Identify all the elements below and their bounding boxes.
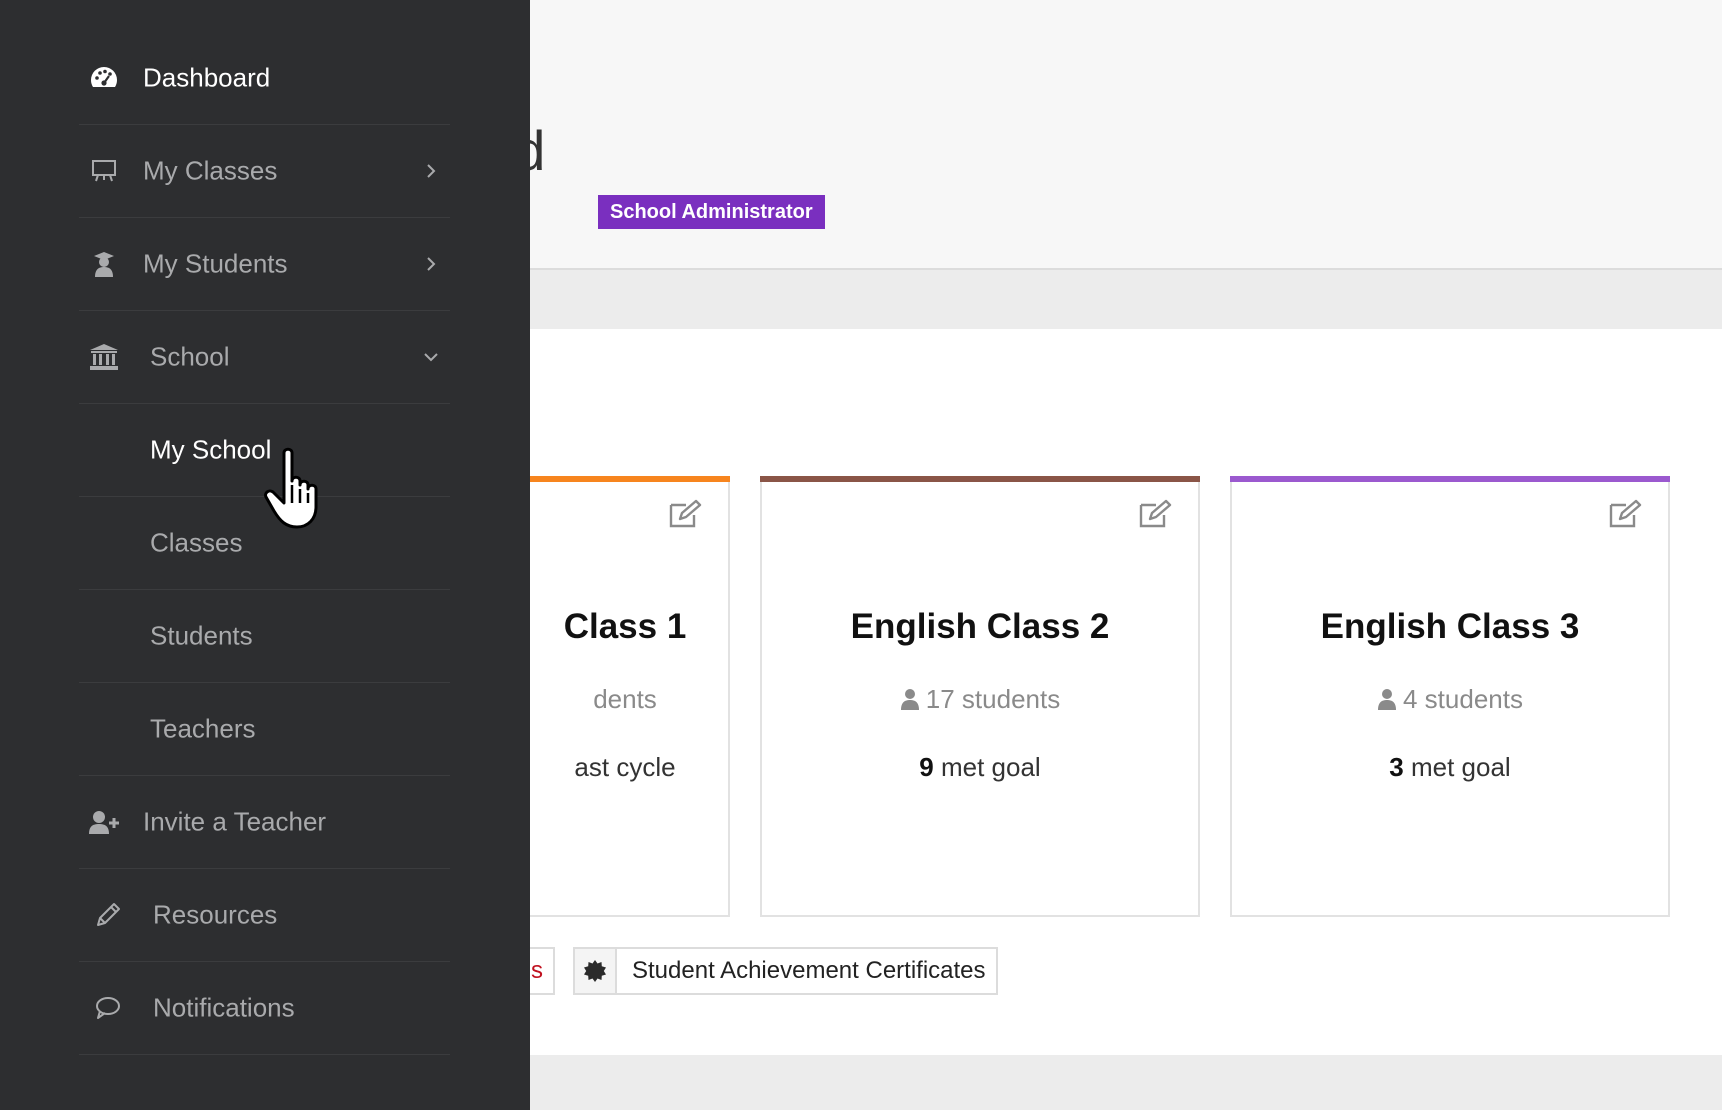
comment-icon <box>93 993 123 1023</box>
class-card[interactable]: English Class 2 17 students 9 met goal <box>760 476 1200 917</box>
student-count: 17 students <box>762 684 1198 715</box>
sidebar-item-label: Dashboard <box>143 62 271 93</box>
certificates-link[interactable]: Student Achievement Certificates <box>573 947 998 995</box>
edit-icon[interactable] <box>1138 499 1172 529</box>
hand-cursor-icon <box>264 447 318 529</box>
card-accent-bar <box>1230 476 1670 482</box>
student-icon <box>89 249 119 279</box>
user-plus-icon <box>89 807 119 837</box>
edit-icon[interactable] <box>1608 499 1642 529</box>
sidebar-item-invite-teacher[interactable]: Invite a Teacher <box>79 776 450 869</box>
sidebar-item-resources[interactable]: Resources <box>79 869 450 962</box>
sidebar-item-label: Notifications <box>153 992 295 1023</box>
role-badge: School Administrator <box>598 195 825 229</box>
sidebar-item-dashboard[interactable]: Dashboard <box>79 32 450 125</box>
goal-text: 3 met goal <box>1232 752 1668 783</box>
sidebar-item-my-classes[interactable]: My Classes <box>79 125 450 218</box>
goal-label: met goal <box>1410 752 1511 782</box>
user-icon <box>1378 689 1396 710</box>
sidebar-item-school[interactable]: School <box>79 311 450 404</box>
sidebar-item-label: My Students <box>143 248 288 279</box>
class-card[interactable]: English Class 3 4 students 3 met goal <box>1230 476 1670 917</box>
sidebar-item-label: Students <box>150 620 253 651</box>
sidebar-subitem-students[interactable]: Students <box>79 590 450 683</box>
dashboard-icon <box>89 63 119 93</box>
goal-text: 9 met goal <box>762 752 1198 783</box>
sidebar-item-label: Classes <box>150 527 243 558</box>
sidebar-item-label: My Classes <box>143 155 278 186</box>
pencil-icon <box>93 900 123 930</box>
goal-count: 3 <box>1389 752 1404 782</box>
sidebar: Dashboard My Classes My Students School … <box>0 0 530 1110</box>
class-title: English Class 2 <box>850 607 1110 646</box>
presentation-icon <box>89 156 119 186</box>
goal-label: met goal <box>940 752 1041 782</box>
sidebar-item-label: Invite a Teacher <box>143 806 327 837</box>
card-accent-bar <box>760 476 1200 482</box>
bank-icon <box>89 342 119 372</box>
sidebar-item-notifications[interactable]: Notifications <box>79 962 450 1055</box>
student-count: 4 students <box>1232 684 1668 715</box>
chevron-right-icon <box>427 164 436 178</box>
user-icon <box>900 689 919 710</box>
chevron-down-icon <box>424 353 438 362</box>
student-count-label: 4 students <box>1403 684 1523 714</box>
edit-icon[interactable] <box>668 499 702 529</box>
sidebar-item-label: Resources <box>153 899 278 930</box>
sidebar-subitem-teachers[interactable]: Teachers <box>79 683 450 776</box>
certificates-label: Student Achievement Certificates <box>632 957 986 984</box>
student-count-label: 17 students <box>925 684 1061 714</box>
badge-icon <box>575 949 617 993</box>
goal-count: 9 <box>919 752 934 782</box>
sidebar-item-label: Teachers <box>150 713 256 744</box>
sidebar-item-label: My School <box>150 434 272 465</box>
chevron-right-icon <box>427 257 436 271</box>
class-title: English Class 3 <box>1320 607 1580 646</box>
sidebar-item-my-students[interactable]: My Students <box>79 218 450 311</box>
sidebar-item-label: School <box>150 341 230 372</box>
